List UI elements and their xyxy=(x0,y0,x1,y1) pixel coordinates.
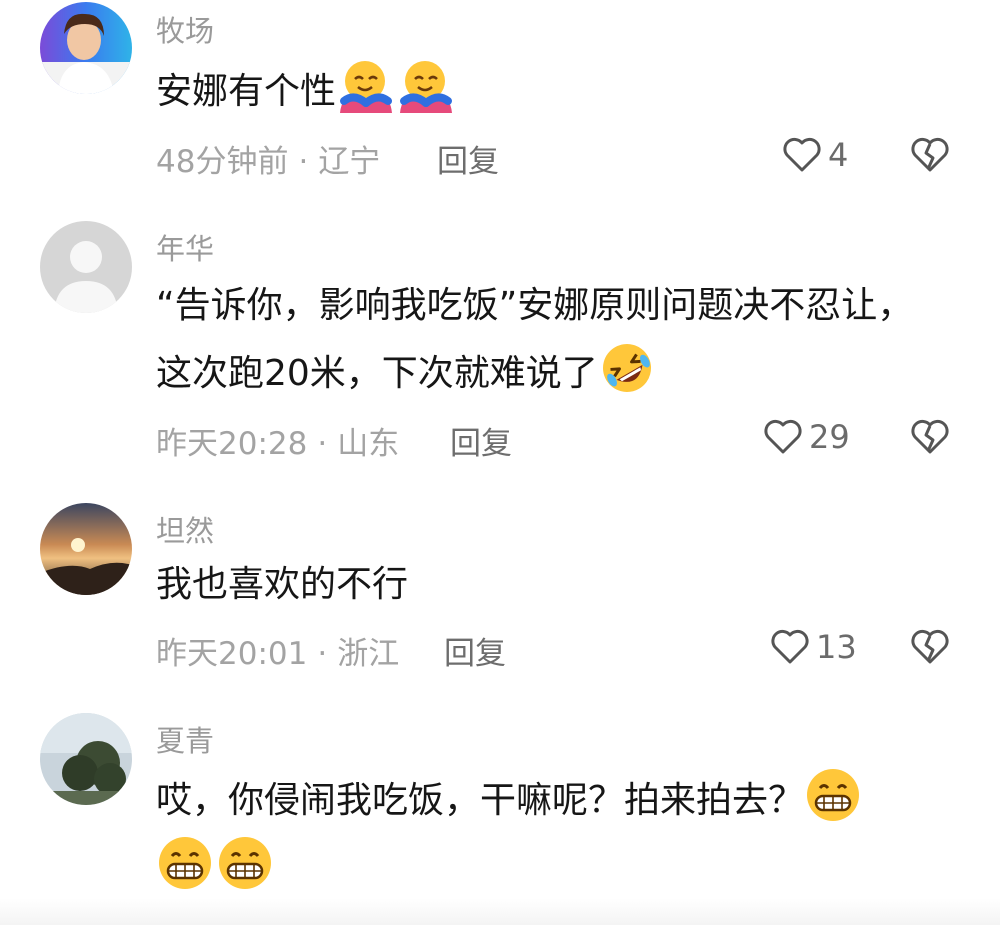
username[interactable]: 牧场 xyxy=(156,8,214,50)
comment-text: 安娜有个性 xyxy=(156,57,946,125)
comment-time: 昨天20:01 xyxy=(156,636,308,672)
avatar[interactable] xyxy=(40,2,132,94)
heart-outline-icon xyxy=(764,419,802,454)
broken-heart-icon xyxy=(911,137,949,172)
broken-heart-icon xyxy=(911,629,949,664)
rolling-laugh-emoji xyxy=(598,339,656,397)
like-count: 13 xyxy=(816,628,857,666)
comment-location: 山东 xyxy=(337,426,400,462)
avatar[interactable] xyxy=(40,503,132,595)
grin-emoji xyxy=(156,834,214,892)
comment-text: 哎，你侵闹我吃饭，干嘛呢？拍来拍去？ xyxy=(156,766,946,902)
heart-outline-icon xyxy=(771,629,809,664)
comment-location: 辽宁 xyxy=(318,144,381,180)
reply-button[interactable]: 回复 xyxy=(437,136,499,181)
comment-time: 48分钟前 xyxy=(156,144,289,180)
meta-separator: · xyxy=(298,144,309,180)
username[interactable]: 夏青 xyxy=(156,718,214,760)
reply-button[interactable]: 回复 xyxy=(450,418,512,463)
broken-heart-icon xyxy=(911,419,949,454)
grin-emoji xyxy=(804,766,862,824)
comment-meta: 48分钟前 · 辽宁 xyxy=(156,136,380,181)
avatar[interactable] xyxy=(40,713,132,805)
username[interactable]: 年华 xyxy=(156,226,214,268)
like-count: 4 xyxy=(828,136,849,174)
comment-text: “告诉你，影响我吃饭”安娜原则问题决不忍让， 这次跑20米，下次就难说了 xyxy=(156,273,946,407)
dislike-button[interactable] xyxy=(910,136,950,174)
like-button[interactable]: 29 xyxy=(763,418,850,456)
comment-location: 浙江 xyxy=(337,636,400,672)
comment-text: 我也喜欢的不行 xyxy=(156,552,946,618)
comment-text-line: “告诉你，影响我吃饭”安娜原则问题决不忍让， xyxy=(156,285,914,326)
like-count: 29 xyxy=(809,418,850,456)
hug-emoji xyxy=(336,57,394,115)
comment-meta: 昨天20:01 · 浙江 xyxy=(156,628,399,673)
like-button[interactable]: 4 xyxy=(782,136,848,174)
comment-time: 昨天20:28 xyxy=(156,426,308,462)
grin-emoji xyxy=(216,834,274,892)
comment-text-content: 安娜有个性 xyxy=(156,71,337,112)
like-button[interactable]: 13 xyxy=(770,628,857,666)
dislike-button[interactable] xyxy=(910,418,950,456)
hug-emoji xyxy=(396,57,454,115)
comment-meta: 昨天20:28 · 山东 xyxy=(156,418,399,463)
reply-button[interactable]: 回复 xyxy=(444,628,506,673)
username[interactable]: 坦然 xyxy=(156,508,214,550)
scroll-fade xyxy=(0,898,1000,925)
comment-text-content: 哎，你侵闹我吃饭，干嘛呢？拍来拍去？ xyxy=(156,780,805,821)
heart-outline-icon xyxy=(783,137,821,172)
avatar[interactable] xyxy=(40,221,132,313)
comment-text-line: 这次跑20米，下次就难说了 xyxy=(156,353,598,394)
meta-separator: · xyxy=(317,636,328,672)
meta-separator: · xyxy=(317,426,328,462)
dislike-button[interactable] xyxy=(910,628,950,666)
comment-text-content: 我也喜欢的不行 xyxy=(156,564,409,605)
